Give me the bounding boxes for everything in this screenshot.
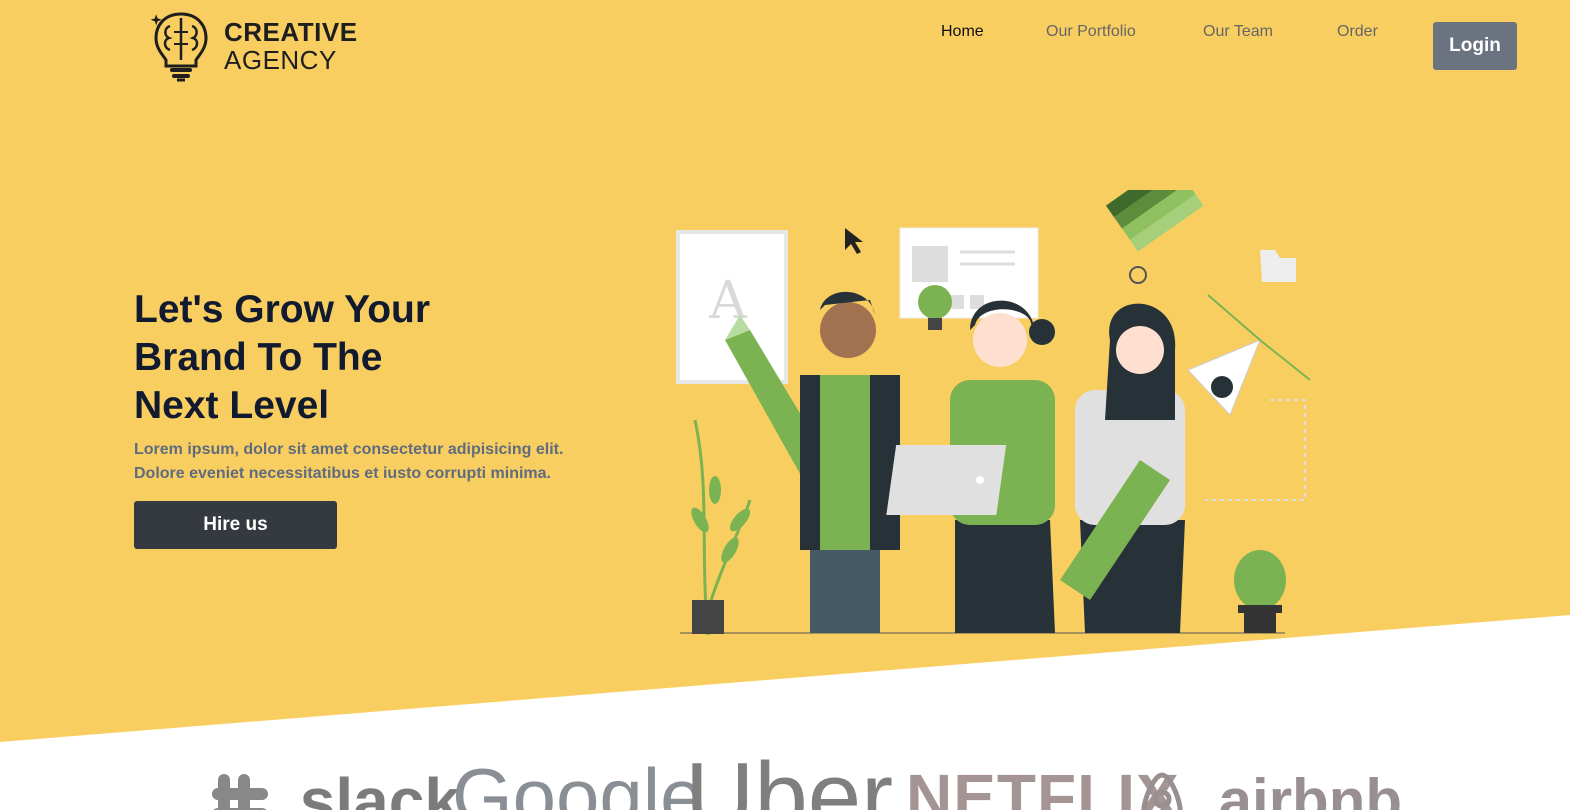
uber-logo: Uber	[685, 755, 894, 810]
hero-title-line-3: Next Level	[134, 384, 330, 427]
google-logo: Google	[452, 755, 704, 810]
team-illustration: A	[676, 190, 1311, 636]
nav-order[interactable]: Order	[1337, 23, 1378, 41]
hero-title-line-2: Brand To The	[134, 336, 383, 379]
hero-description: Lorem ipsum, dolor sit amet consectetur …	[134, 441, 564, 482]
brand-name-line1: CREATIVE	[224, 17, 358, 47]
hero-title: Let's Grow Your Brand To The Next Level	[134, 286, 554, 430]
nav-our-portfolio[interactable]: Our Portfolio	[1046, 23, 1136, 41]
airbnb-belo-icon	[1141, 772, 1183, 810]
nav-our-team[interactable]: Our Team	[1203, 23, 1273, 41]
slack-logo: slack	[212, 765, 460, 810]
slack-logo-text: slack	[299, 765, 460, 810]
airbnb-logo: airbnb	[1132, 765, 1402, 810]
client-logos-strip: slack Google Uber NETFLIX airbnb	[0, 755, 1570, 810]
hero-title-line-1: Let's Grow Your	[134, 288, 431, 331]
airbnb-logo-text: airbnb	[1218, 767, 1403, 810]
brain-lightbulb-icon	[150, 12, 208, 82]
slack-hash-icon	[212, 774, 268, 810]
login-button[interactable]: Login	[1433, 22, 1517, 70]
hire-us-button[interactable]: Hire us	[134, 501, 337, 549]
brand-logo[interactable]: CREATIVE AGENCY	[150, 10, 358, 82]
brand-name-line2: AGENCY	[224, 45, 337, 75]
nav-home[interactable]: Home	[941, 23, 984, 41]
